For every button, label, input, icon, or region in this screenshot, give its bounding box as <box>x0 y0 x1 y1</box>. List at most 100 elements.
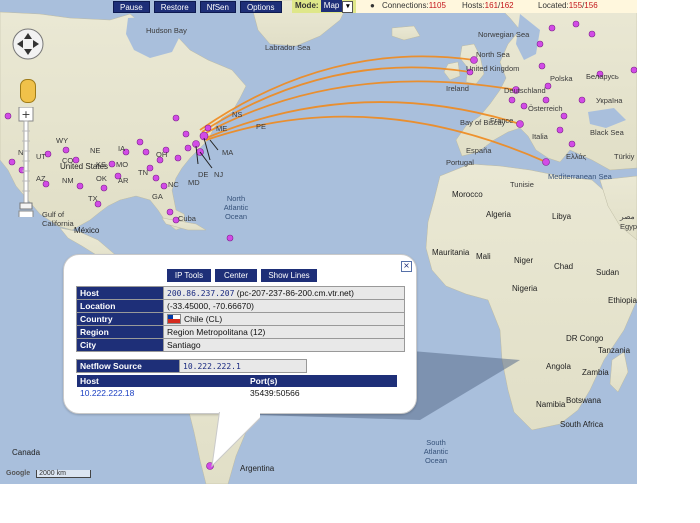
map-scale: Google 2000 km <box>6 470 91 478</box>
label-italia: Italia <box>532 132 548 141</box>
label-az: AZ <box>36 174 46 183</box>
netflow-key: Netflow Source <box>76 359 180 373</box>
label-algeria: Algeria <box>486 210 511 219</box>
label-ireland: Ireland <box>446 84 469 93</box>
label-cuba: Cuba <box>178 214 196 223</box>
label-ethiopia: Ethiopia <box>608 296 637 305</box>
label-namibia: Namibia <box>536 400 566 409</box>
label-bay-of-biscay: Bay of Biscay <box>460 118 506 127</box>
mode-selector[interactable]: Mode: Map ▾ <box>292 0 357 13</box>
conn-host-link[interactable]: 10.222.222.18 <box>77 387 247 399</box>
label-deutschland: Deutschland <box>504 86 546 95</box>
popup-tail <box>211 408 260 468</box>
connections-stat: Connections:1105 <box>382 1 446 10</box>
label-polska: Polska <box>550 74 573 83</box>
country-value: Chile (CL) <box>184 313 223 324</box>
label-south-atlantic: South Atlantic Ocean <box>423 438 449 465</box>
table-row: City Santiago <box>76 338 405 352</box>
label-ia: IA <box>118 144 126 153</box>
label-niger: Niger <box>514 256 534 265</box>
label-espana: España <box>466 146 492 155</box>
label-uk: United Kingdom <box>466 64 520 73</box>
pause-button[interactable]: Pause <box>113 0 150 13</box>
table-row: Region Region Metropolitana (12) <box>76 325 405 339</box>
toolbar: Pause Restore NfSen Options <box>113 0 282 13</box>
label-mediterranean: Mediterranean Sea <box>548 172 612 181</box>
region-value: Region Metropolitana (12) <box>163 325 405 339</box>
center-button[interactable]: Center <box>215 269 257 282</box>
host-name: (pc-207-237-86-200.cm.vtr.net) <box>234 288 354 298</box>
label-ga: GA <box>152 192 163 201</box>
hosts-stat: Hosts:161/162 <box>462 1 514 10</box>
conn-ports-value: 35439:50566 <box>247 387 397 399</box>
connections-table: Host Port(s) 10.222.222.18 35439:50566 <box>77 375 397 399</box>
street-view-pegman-icon[interactable] <box>20 79 36 103</box>
host-key: Host <box>76 286 164 300</box>
table-row: Host 200.86.237.207 (pc-207-237-86-200.c… <box>76 286 405 300</box>
table-row: Host Port(s) <box>77 375 397 387</box>
restore-button[interactable]: Restore <box>153 0 196 13</box>
label-wy: WY <box>56 136 69 145</box>
label-nc: NC <box>168 180 179 189</box>
label-north-atlantic: North Atlantic Ocean <box>223 194 249 221</box>
location-key: Location <box>76 299 164 313</box>
chevron-down-icon[interactable]: ▾ <box>342 1 354 13</box>
label-hudson-bay: Hudson Bay <box>146 26 187 35</box>
label-ok: OK <box>96 174 107 183</box>
label-nj: NJ <box>214 170 224 179</box>
label-labrador-sea: Labrador Sea <box>265 43 311 52</box>
label-belarus: Беларусь <box>586 72 619 81</box>
label-osterreich: Österreich <box>528 104 563 113</box>
label-mali: Mali <box>476 252 491 261</box>
label-ne: NE <box>90 146 101 155</box>
label-sudan: Sudan <box>596 268 620 277</box>
mode-value[interactable]: Map <box>320 0 343 12</box>
label-ns: NS <box>232 110 243 119</box>
label-oh: OH <box>156 150 168 159</box>
label-chad: Chad <box>554 262 574 271</box>
table-row: Netflow Source 10.222.222.1 <box>76 359 307 373</box>
table-row: Location (-33.45000, -70.66670) <box>76 299 405 313</box>
nfsen-button[interactable]: NfSen <box>199 0 236 13</box>
svg-text:+: + <box>21 108 30 121</box>
close-icon[interactable]: × <box>401 261 412 272</box>
city-key: City <box>76 338 164 352</box>
label-md: MD <box>188 178 200 187</box>
status-dot-icon: ● <box>370 1 375 10</box>
label-dr-congo: DR Congo <box>566 334 604 343</box>
label-tx: TX <box>88 194 98 203</box>
connections-count: 1105 <box>428 1 446 10</box>
label-angola: Angola <box>546 362 571 371</box>
label-me: ME <box>216 124 228 133</box>
label-mauritania: Mauritania <box>432 248 470 257</box>
label-ar: AR <box>118 176 129 185</box>
table-row: 10.222.222.18 35439:50566 <box>77 387 397 399</box>
map-pan-control[interactable] <box>11 27 45 65</box>
label-united-states: United States <box>60 162 109 171</box>
show-lines-button[interactable]: Show Lines <box>261 269 317 282</box>
label-mexico: México <box>74 226 100 235</box>
label-misr: مصر <box>620 212 635 221</box>
label-morocco: Morocco <box>452 190 483 199</box>
region-key: Region <box>76 325 164 339</box>
label-ma: MA <box>222 148 234 157</box>
location-value: (-33.45000, -70.66670) <box>163 299 405 313</box>
scale-label: 2000 km <box>36 470 91 478</box>
label-ukraine: Україна <box>596 96 623 105</box>
netflow-value[interactable]: 10.222.222.1 <box>183 362 241 371</box>
options-button[interactable]: Options <box>239 0 282 13</box>
host-ip[interactable]: 200.86.237.207 <box>167 289 234 298</box>
label-south-africa: South Africa <box>560 420 604 429</box>
label-ut: UT <box>36 152 46 161</box>
netflow-table: Netflow Source 10.222.222.1 <box>76 359 307 373</box>
svg-text:−: − <box>21 211 31 217</box>
label-botswana: Botswana <box>566 396 602 405</box>
world-map[interactable]: Hudson Bay Labrador Sea Norwegian Sea No… <box>0 0 637 484</box>
ip-tools-button[interactable]: IP Tools <box>167 269 211 282</box>
label-mo: MO <box>116 160 129 169</box>
chile-flag-icon <box>167 314 181 325</box>
zoom-control[interactable]: + − <box>17 106 37 226</box>
city-value: Santiago <box>163 338 405 352</box>
label-portugal: Portugal <box>446 158 474 167</box>
conn-ports-header: Port(s) <box>247 375 397 387</box>
